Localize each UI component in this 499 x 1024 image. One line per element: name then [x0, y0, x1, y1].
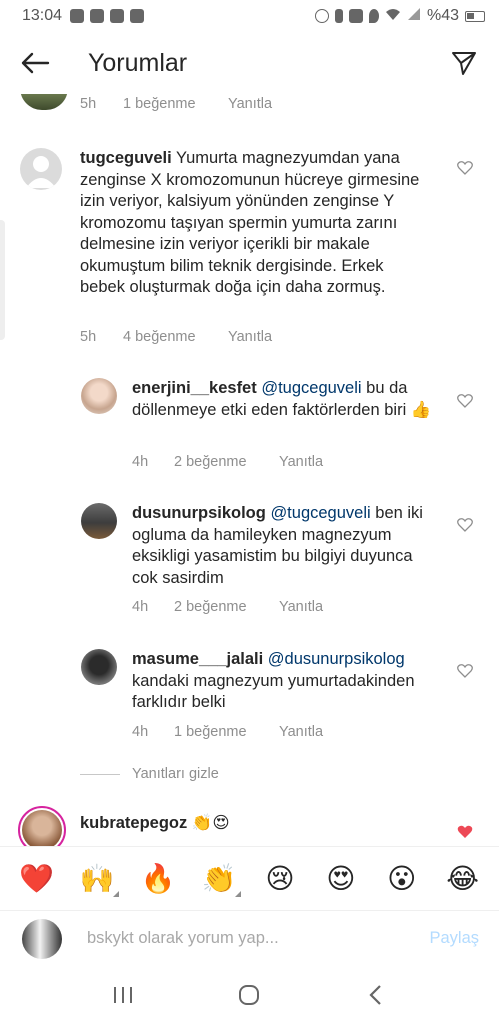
comment-body: kandaki magnezyum yumurtadakinden farklı…: [132, 671, 415, 712]
comment-likes[interactable]: 1 beğenme: [174, 724, 279, 740]
mention-link[interactable]: @tugceguveli: [270, 504, 370, 522]
comment-body: 👏😍: [191, 813, 230, 832]
comment-likes[interactable]: 4 beğenme: [123, 329, 228, 345]
post-button[interactable]: Paylaş: [429, 929, 479, 948]
reply-button[interactable]: Yanıtla: [228, 329, 272, 345]
comment: tugceguveli Yumurta magnezyumdan yana ze…: [80, 148, 430, 299]
comment-body: Yumurta magnezyumdan yana zenginse X kro…: [80, 149, 420, 296]
share-button[interactable]: [429, 32, 499, 94]
emoji-surprised-button[interactable]: 😮: [382, 859, 422, 899]
arrow-left-icon: [21, 52, 50, 74]
reply-comment: dusunurpsikolog @tugceguveli ben iki ogl…: [132, 503, 432, 589]
avatar[interactable]: [81, 649, 117, 685]
emoji-fire-button[interactable]: 🔥: [138, 859, 178, 899]
comment-username[interactable]: tugceguveli: [80, 149, 172, 167]
signal-icon: [407, 7, 421, 26]
mention-link[interactable]: @tugceguveli: [261, 379, 361, 397]
paper-plane-icon: [452, 52, 476, 75]
emoji-quick-bar: ❤️ 🙌 🔥 👏 😢 😍 😮 😂: [0, 846, 499, 910]
reply-comment: masume___jalali @dusunurpsikolog kandaki…: [132, 649, 432, 714]
recent-apps-icon: [114, 987, 133, 1003]
mention-link[interactable]: @dusunurpsikolog: [268, 650, 405, 668]
emoji-clapping-button[interactable]: 👏: [199, 859, 242, 899]
like-heart-icon[interactable]: [457, 663, 473, 678]
status-time: 13:04: [22, 7, 63, 24]
comment-time: 5h: [80, 329, 97, 345]
divider: [80, 773, 120, 775]
like-heart-icon[interactable]: [457, 160, 473, 175]
hide-replies-button[interactable]: Yanıtları gizle: [80, 766, 219, 782]
comment-input-bar: Paylaş: [0, 910, 499, 966]
avatar[interactable]: [20, 148, 62, 190]
reply-button[interactable]: Yanıtla: [279, 599, 323, 615]
comment-meta: 4h 2 beğenme Yanıtla: [132, 454, 323, 470]
mute-icon: [348, 9, 363, 23]
comment-username[interactable]: masume___jalali: [132, 650, 263, 668]
battery-text: %43: [426, 7, 459, 24]
hide-replies-label: Yanıtları gizle: [132, 766, 219, 782]
emoji-heart-eyes-button[interactable]: 😍: [321, 859, 361, 899]
emoji-laughing-button[interactable]: 😂: [443, 859, 483, 899]
system-nav-bar: [0, 966, 499, 1024]
comment-username[interactable]: enerjini__kesfet: [132, 379, 257, 397]
comment-time: 4h: [132, 724, 149, 740]
alarm-icon: [314, 9, 329, 23]
bluetooth-icon: [334, 9, 343, 23]
comment-likes[interactable]: 2 beğenme: [174, 454, 279, 470]
home-button[interactable]: [229, 975, 269, 1015]
battery-icon: [465, 10, 485, 22]
avatar[interactable]: [81, 503, 117, 539]
comment-likes[interactable]: 2 beğenme: [174, 599, 279, 615]
gallery-icon: [130, 9, 145, 23]
emoji-crying-button[interactable]: 😢: [260, 859, 300, 899]
reply-button[interactable]: Yanıtla: [279, 724, 323, 740]
default-avatar-icon: [26, 156, 56, 188]
zing-icon: [110, 9, 125, 23]
comment-meta: 5h 4 beğenme Yanıtla: [80, 329, 272, 345]
comment-meta: 4h 2 beğenme Yanıtla: [132, 599, 323, 615]
comment-meta: 5h 1 beğenme Yanıtla: [80, 96, 272, 112]
comment-time: 5h: [80, 96, 97, 112]
header: Yorumlar: [0, 32, 499, 94]
home-icon: [239, 985, 260, 1005]
back-button[interactable]: [0, 32, 70, 94]
heart-filled-icon[interactable]: [457, 824, 473, 839]
user-avatar[interactable]: [22, 918, 62, 959]
page-title: Yorumlar: [88, 48, 188, 77]
like-heart-icon[interactable]: [457, 393, 473, 408]
emoji-raised-hands-button[interactable]: 🙌: [77, 859, 120, 899]
comment-time: 4h: [132, 599, 149, 615]
comment-username[interactable]: dusunurpsikolog: [132, 504, 266, 522]
comment-likes[interactable]: 1 beğenme: [123, 96, 228, 112]
back-nav-button[interactable]: [356, 975, 396, 1015]
reply-comment: enerjini__kesfet @tugceguveli bu da döll…: [132, 378, 432, 421]
reply-button[interactable]: Yanıtla: [228, 96, 272, 112]
status-bar: 13:04 %43: [0, 0, 499, 32]
avatar[interactable]: [81, 378, 117, 414]
youtube-icon: [70, 9, 85, 23]
recent-apps-button[interactable]: [103, 975, 143, 1015]
comment-username[interactable]: kubratepegoz: [80, 814, 187, 832]
comment-meta: 4h 1 beğenme Yanıtla: [132, 724, 323, 740]
comment-time: 4h: [132, 454, 149, 470]
scroll-edge: [0, 220, 5, 340]
comment: kubratepegoz 👏😍: [80, 812, 430, 835]
chevron-left-icon: [369, 985, 381, 1005]
emoji-heart-button[interactable]: ❤️: [16, 859, 56, 899]
wifi-icon: [385, 7, 401, 26]
notification-icon: [90, 9, 105, 23]
like-heart-icon[interactable]: [457, 517, 473, 532]
location-icon: [368, 9, 379, 23]
reply-button[interactable]: Yanıtla: [279, 454, 323, 470]
comment-input[interactable]: [87, 929, 407, 948]
